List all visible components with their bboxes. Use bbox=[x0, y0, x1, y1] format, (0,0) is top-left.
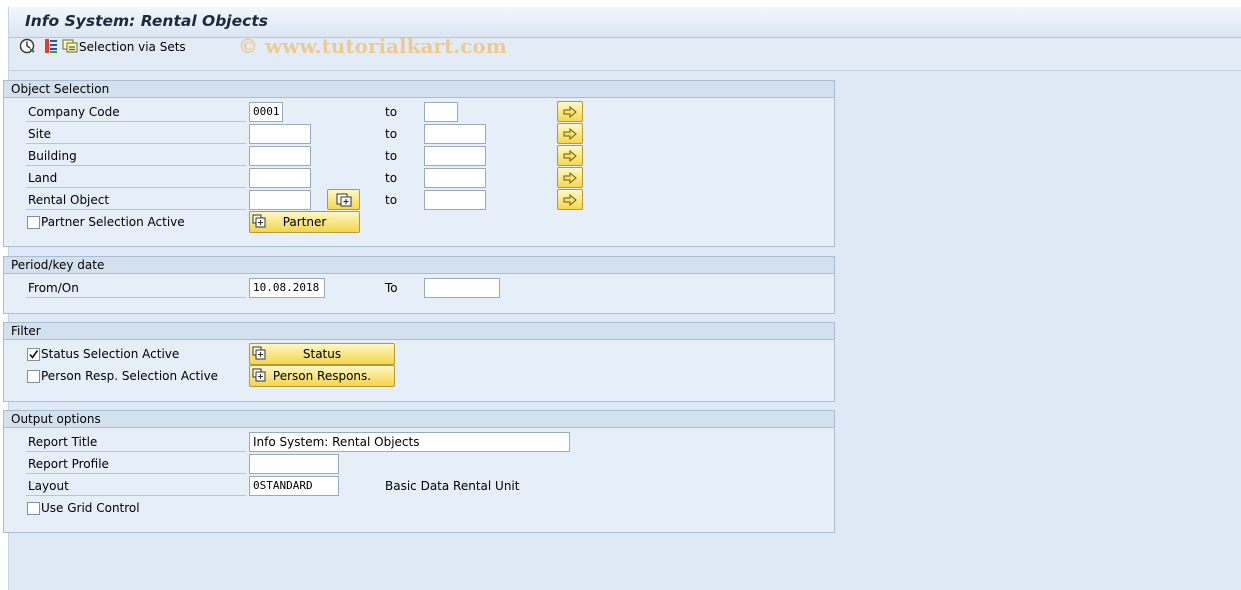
label-underline bbox=[26, 209, 246, 210]
checkmark-icon bbox=[29, 350, 39, 359]
multiple-selection-button[interactable] bbox=[557, 189, 583, 210]
expand-selection-icon bbox=[336, 193, 351, 206]
layout-input[interactable]: 0STANDARD bbox=[249, 476, 339, 496]
building-label: Building bbox=[28, 149, 77, 163]
arrow-right-icon bbox=[563, 105, 577, 118]
company-code-to-input[interactable] bbox=[424, 102, 458, 122]
partner-selection-label: Partner Selection Active bbox=[41, 215, 185, 229]
from-on-input[interactable]: 10.08.2018 bbox=[249, 278, 325, 298]
land-label: Land bbox=[28, 171, 58, 185]
selection-via-sets-button[interactable]: Selection via Sets bbox=[79, 40, 186, 54]
group-title: Output options bbox=[4, 411, 834, 428]
land-to-input[interactable] bbox=[424, 168, 486, 188]
label-underline bbox=[26, 473, 246, 474]
label-underline bbox=[26, 121, 246, 122]
land-from-input[interactable] bbox=[249, 168, 311, 188]
report-title-label: Report Title bbox=[28, 435, 98, 449]
site-from-input[interactable] bbox=[249, 124, 311, 144]
label-underline bbox=[26, 165, 246, 166]
label-underline bbox=[26, 187, 246, 188]
layout-description: Basic Data Rental Unit bbox=[385, 479, 520, 493]
label-underline bbox=[26, 495, 246, 496]
watermark: © www.tutorialkart.com bbox=[238, 34, 507, 58]
rental-object-from-input[interactable] bbox=[249, 190, 311, 210]
multiple-selection-button[interactable] bbox=[557, 145, 583, 166]
from-on-label: From/On bbox=[28, 281, 79, 295]
partner-selection-checkbox[interactable] bbox=[27, 216, 40, 229]
multiple-selection-button[interactable] bbox=[557, 167, 583, 188]
label-underline bbox=[26, 451, 246, 452]
multiple-selection-button[interactable] bbox=[557, 101, 583, 122]
label-underline bbox=[26, 143, 246, 144]
use-grid-control-checkbox[interactable] bbox=[27, 502, 40, 515]
arrow-right-icon bbox=[563, 193, 577, 206]
to-label: to bbox=[385, 149, 398, 163]
building-from-input[interactable] bbox=[249, 146, 311, 166]
to-label: to bbox=[385, 127, 398, 141]
report-profile-input[interactable] bbox=[249, 454, 339, 474]
rental-object-search-button[interactable] bbox=[327, 189, 360, 210]
to-label: to bbox=[385, 193, 398, 207]
arrow-right-icon bbox=[563, 149, 577, 162]
page-title: Info System: Rental Objects bbox=[25, 12, 268, 30]
site-to-input[interactable] bbox=[424, 124, 486, 144]
partner-button-label: Partner bbox=[282, 215, 327, 229]
report-title-input[interactable]: Info System: Rental Objects bbox=[249, 432, 570, 452]
arrow-right-icon bbox=[563, 127, 577, 140]
execute-icon[interactable] bbox=[18, 37, 36, 55]
status-selection-checkbox[interactable] bbox=[27, 348, 40, 361]
get-variant-icon[interactable] bbox=[42, 37, 60, 55]
to-label: to bbox=[385, 105, 398, 119]
application-toolbar bbox=[9, 38, 1241, 71]
report-profile-label: Report Profile bbox=[28, 457, 109, 471]
rental-object-label: Rental Object bbox=[28, 193, 110, 207]
person-resp-label: Person Resp. Selection Active bbox=[41, 369, 219, 383]
group-title: Period/key date bbox=[4, 257, 834, 274]
partner-button[interactable]: Partner bbox=[249, 211, 360, 233]
person-respons-button[interactable]: Person Respons. bbox=[249, 365, 395, 387]
person-resp-checkbox[interactable] bbox=[27, 370, 40, 383]
status-selection-label: Status Selection Active bbox=[41, 347, 180, 361]
to-date-label: To bbox=[385, 281, 398, 295]
title-bar: Info System: Rental Objects bbox=[9, 7, 1241, 38]
selection-sets-icon[interactable] bbox=[61, 37, 79, 55]
building-to-input[interactable] bbox=[424, 146, 486, 166]
company-code-from-input[interactable]: 0001 bbox=[249, 102, 283, 122]
use-grid-control-label: Use Grid Control bbox=[41, 501, 140, 515]
arrow-right-icon bbox=[563, 171, 577, 184]
group-title: Object Selection bbox=[4, 81, 834, 98]
layout-label: Layout bbox=[28, 479, 69, 493]
group-title: Filter bbox=[4, 323, 834, 340]
to-date-input[interactable] bbox=[424, 278, 500, 298]
filter-group: Filter bbox=[3, 322, 835, 402]
company-code-label: Company Code bbox=[28, 105, 120, 119]
person-respons-button-label: Person Respons. bbox=[272, 369, 372, 383]
period-group: Period/key date bbox=[3, 256, 835, 314]
to-label: to bbox=[385, 171, 398, 185]
status-button-label: Status bbox=[302, 347, 342, 361]
status-button[interactable]: Status bbox=[249, 343, 395, 365]
label-underline bbox=[26, 297, 246, 298]
site-label: Site bbox=[28, 127, 52, 141]
rental-object-to-input[interactable] bbox=[424, 190, 486, 210]
multiple-selection-button[interactable] bbox=[557, 123, 583, 144]
